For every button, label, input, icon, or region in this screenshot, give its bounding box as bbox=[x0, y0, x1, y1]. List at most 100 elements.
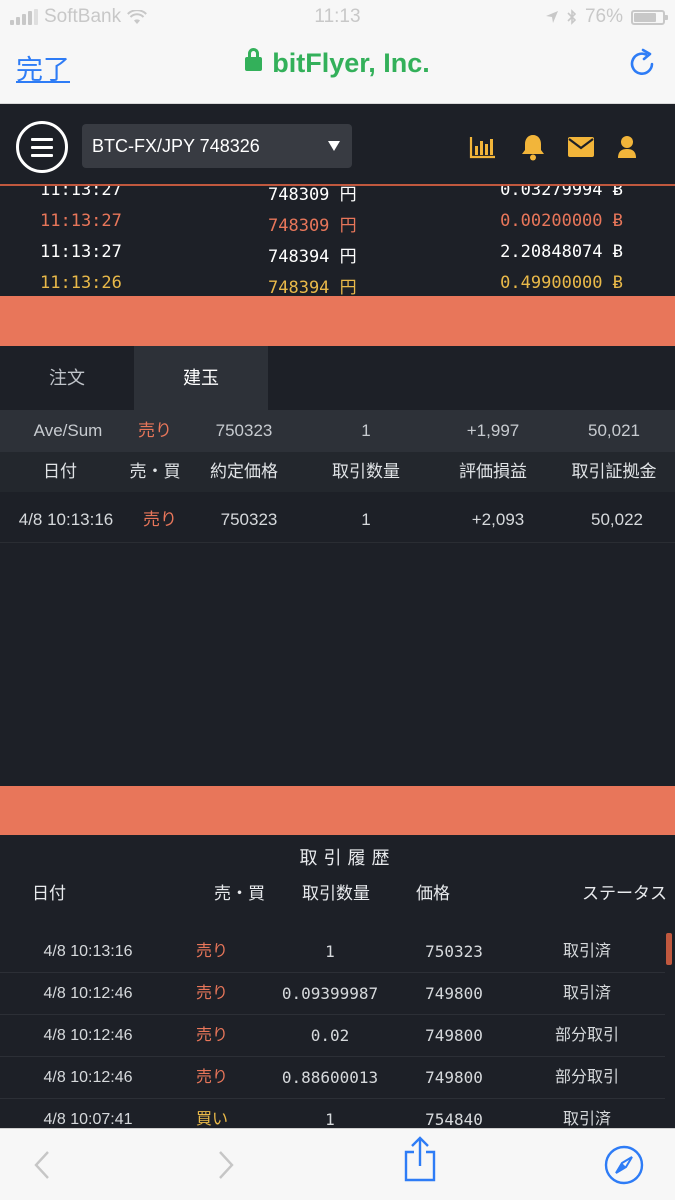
feed-row: 11:13:27 748309 円 0.00200000 Ƀ bbox=[0, 211, 675, 242]
site-title-text: bitFlyer, Inc. bbox=[272, 48, 430, 78]
chevron-right-icon bbox=[219, 1151, 234, 1179]
battery-percent: 76% bbox=[584, 6, 623, 27]
col-date: 日付 bbox=[43, 462, 77, 481]
col-qty: 取引数量 bbox=[332, 462, 400, 481]
feed-size: 2.20848074 Ƀ bbox=[500, 242, 623, 262]
table-row[interactable]: 4/8 10:12:46 売り 0.88600013 749800 部分取引 bbox=[0, 1057, 665, 1099]
feed-size: 0.00200000 Ƀ bbox=[500, 211, 623, 231]
col-pnl: 評価損益 bbox=[459, 462, 527, 481]
history-date: 4/8 10:13:16 bbox=[43, 943, 133, 960]
history-price: 749800 bbox=[425, 984, 483, 1003]
user-icon[interactable] bbox=[614, 132, 640, 162]
history-qty: 0.02 bbox=[310, 1026, 350, 1045]
location-icon bbox=[545, 11, 558, 23]
history-title: 取引履歴 bbox=[299, 848, 396, 868]
summary-pnl: +1,997 bbox=[466, 421, 520, 440]
position-summary-row: Ave/Sum 売り 750323 1 +1,997 50,021 bbox=[0, 410, 675, 452]
history-status: 取引済 bbox=[562, 985, 612, 1002]
summary-qty: 1 bbox=[361, 421, 371, 440]
position-date: 4/8 10:13:16 bbox=[18, 510, 114, 529]
feed-price: 748394 円 bbox=[268, 278, 357, 296]
position-qty: 1 bbox=[361, 510, 371, 529]
back-button[interactable] bbox=[22, 1145, 62, 1185]
feed-row: 11:13:27 748394 円 2.20848074 Ƀ bbox=[0, 242, 675, 273]
chart-icon[interactable] bbox=[468, 132, 498, 162]
pair-select-value: BTC-FX/JPY 748326 bbox=[92, 136, 260, 156]
col-side: 売・買 bbox=[129, 462, 181, 481]
feed-row: 11:13:26 748394 円 0.49900000 Ƀ bbox=[0, 273, 675, 296]
bell-icon[interactable] bbox=[518, 132, 548, 162]
history-col-side: 売・買 bbox=[214, 884, 265, 903]
open-in-safari-button[interactable] bbox=[604, 1145, 644, 1185]
table-row[interactable]: 4/8 10:12:46 売り 0.02 749800 部分取引 bbox=[0, 1015, 665, 1057]
table-row[interactable]: 4/8 10:13:16 売り 750323 1 +2,093 50,022 bbox=[0, 497, 675, 543]
history-col-date: 日付 bbox=[32, 884, 66, 903]
feed-size: 0.03279994 Ƀ bbox=[500, 186, 623, 200]
pair-select[interactable]: BTC-FX/JPY 748326 bbox=[82, 124, 352, 168]
col-margin: 取引証拠金 bbox=[571, 462, 657, 481]
history-date: 4/8 10:12:46 bbox=[43, 985, 133, 1002]
history-side: 売り bbox=[195, 985, 229, 1002]
share-icon bbox=[404, 1136, 436, 1182]
history-status: 部分取引 bbox=[554, 1027, 620, 1044]
tab-order[interactable]: 注文 bbox=[0, 346, 134, 410]
summary-price: 750323 bbox=[215, 421, 273, 440]
position-table-header: 日付 売・買 約定価格 取引数量 評価損益 取引証拠金 bbox=[0, 452, 675, 492]
order-position-tabs: 注文 建玉 bbox=[0, 346, 675, 410]
lock-icon bbox=[245, 48, 263, 71]
table-row[interactable]: 4/8 10:13:16 売り 1 750323 取引済 bbox=[0, 931, 665, 973]
position-pnl: +2,093 bbox=[471, 510, 525, 529]
feed-price: 748394 円 bbox=[268, 247, 357, 267]
history-side: 売り bbox=[195, 1027, 229, 1044]
history-scrollbar[interactable] bbox=[666, 933, 672, 965]
history-date: 4/8 10:12:46 bbox=[43, 1027, 133, 1044]
status-bar: SoftBank 11:13 76% bbox=[0, 0, 675, 34]
feed-time: 11:13:27 bbox=[40, 211, 122, 231]
tab-position[interactable]: 建玉 bbox=[134, 346, 268, 410]
history-status: 部分取引 bbox=[554, 1069, 620, 1086]
history-col-price: 価格 bbox=[416, 884, 450, 903]
chevron-left-icon bbox=[34, 1151, 49, 1179]
col-price: 約定価格 bbox=[210, 462, 278, 481]
history-table-header: 日付 売・買 取引数量 価格 ステータス bbox=[0, 879, 675, 905]
browser-top-bar: SoftBank 11:13 76% 完了 bitFlyer, Inc. bbox=[0, 0, 675, 104]
site-title: bitFlyer, Inc. bbox=[0, 48, 675, 79]
history-side: 売り bbox=[195, 1069, 229, 1086]
history-side: 売り bbox=[195, 943, 229, 960]
feed-size: 0.49900000 Ƀ bbox=[500, 273, 623, 293]
position-side: 売り bbox=[143, 510, 177, 529]
table-row[interactable]: 4/8 10:12:46 売り 0.09399987 749800 取引済 bbox=[0, 973, 665, 1015]
history-price: 750323 bbox=[425, 942, 483, 961]
app-header: BTC-FX/JPY 748326 bbox=[0, 104, 675, 186]
hamburger-icon bbox=[31, 137, 53, 141]
reload-icon[interactable] bbox=[627, 48, 657, 78]
history-col-status: ステータス bbox=[582, 884, 667, 903]
history-qty: 0.09399987 bbox=[281, 984, 379, 1003]
share-button[interactable] bbox=[400, 1136, 440, 1182]
browser-bottom-toolbar bbox=[0, 1128, 675, 1200]
history-qty: 1 bbox=[325, 942, 335, 961]
caret-down-icon bbox=[328, 141, 340, 151]
feed-time: 11:13:26 bbox=[40, 273, 122, 293]
summary-side: 売り bbox=[138, 421, 172, 440]
position-price: 750323 bbox=[220, 510, 278, 529]
history-price: 749800 bbox=[425, 1026, 483, 1045]
section-divider bbox=[0, 786, 675, 835]
section-divider bbox=[0, 296, 675, 346]
compass-icon bbox=[604, 1145, 644, 1185]
battery-icon bbox=[631, 9, 668, 25]
menu-button[interactable] bbox=[16, 121, 68, 173]
history-qty: 0.88600013 bbox=[281, 1068, 379, 1087]
forward-button[interactable] bbox=[206, 1145, 246, 1185]
history-price: 749800 bbox=[425, 1068, 483, 1087]
summary-margin: 50,021 bbox=[588, 421, 640, 440]
feed-row: 11:13:27 748309 円 0.03279994 Ƀ bbox=[0, 186, 675, 211]
trade-feed: 11:13:27 748309 円 0.03279994 Ƀ 11:13:27 … bbox=[0, 186, 675, 296]
bluetooth-icon bbox=[567, 9, 577, 25]
history-col-qty: 取引数量 bbox=[302, 884, 370, 903]
feed-time: 11:13:27 bbox=[40, 186, 122, 200]
feed-price: 748309 円 bbox=[268, 216, 357, 236]
history-status: 取引済 bbox=[562, 943, 612, 960]
position-margin: 50,022 bbox=[591, 510, 643, 529]
mail-icon[interactable] bbox=[566, 132, 596, 162]
